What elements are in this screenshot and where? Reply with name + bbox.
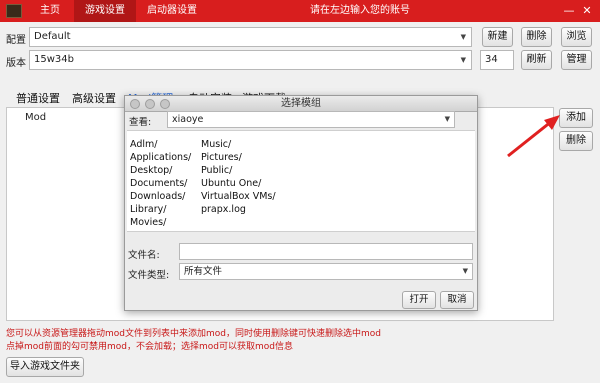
filetype-value: 所有文件 — [184, 266, 223, 277]
tab-basic-settings[interactable]: 普通设置 — [16, 90, 60, 106]
version-value: 15w34b — [34, 54, 74, 65]
cancel-button[interactable]: 取消 — [440, 291, 474, 309]
minimize-button[interactable]: — — [562, 3, 576, 19]
mod-column-header: Mod — [25, 112, 47, 123]
manage-button[interactable]: 管理 — [561, 50, 592, 70]
dialog-title: 选择模组 — [281, 98, 321, 109]
file-item[interactable]: Ubuntu One/ — [201, 178, 261, 189]
version-number-field[interactable]: 34 — [480, 50, 514, 70]
tab-home[interactable]: 主页 — [26, 0, 74, 22]
browse-button[interactable]: 浏览 — [561, 27, 592, 47]
config-value: Default — [34, 31, 71, 42]
chevron-down-icon: ▼ — [460, 33, 466, 41]
chevron-down-icon: ▼ — [460, 56, 466, 64]
filetype-select[interactable]: 所有文件 ▼ — [179, 263, 473, 280]
dialog-title-bar: 选择模组 — [125, 96, 477, 112]
delete-config-button[interactable]: 删除 — [521, 27, 552, 47]
file-item[interactable]: Documents/ — [130, 178, 187, 189]
app-logo-icon — [6, 4, 22, 18]
chevron-down-icon: ▼ — [462, 267, 468, 275]
look-in-select[interactable]: xiaoye ▼ — [167, 111, 455, 128]
config-select[interactable]: Default ▼ — [29, 27, 472, 47]
add-mod-button[interactable]: 添加 — [559, 108, 593, 128]
file-item[interactable]: Public/ — [201, 165, 232, 176]
import-game-folder-button[interactable]: 导入游戏文件夹 — [6, 357, 84, 377]
annotation-arrow — [507, 115, 560, 158]
hint-text-line-2: 点掉mod前面的勾可禁用mod，不会加载；选择mod可以获取mod信息 — [6, 342, 293, 352]
file-list[interactable]: Adlm/ Applications/ Desktop/ Documents/ … — [127, 130, 475, 232]
tab-launcher-settings[interactable]: 启动器设置 — [136, 0, 208, 22]
new-config-button[interactable]: 新建 — [482, 27, 513, 47]
account-prompt: 请在左边输入您的账号 — [310, 5, 410, 16]
chevron-down-icon: ▼ — [444, 115, 450, 123]
file-item[interactable]: Library/ — [130, 204, 166, 215]
file-chooser-dialog: 选择模组 查看: xiaoye ▼ Adlm/ Applications/ De… — [124, 95, 478, 311]
title-bar: 主页 游戏设置 启动器设置 请在左边输入您的账号 — ✕ — [0, 0, 600, 22]
tab-advanced-settings[interactable]: 高级设置 — [72, 90, 116, 106]
file-item[interactable]: Pictures/ — [201, 152, 242, 163]
tab-game-settings[interactable]: 游戏设置 — [74, 0, 136, 22]
version-select[interactable]: 15w34b ▼ — [29, 50, 472, 70]
filetype-label: 文件类型: — [128, 270, 170, 281]
config-label: 配置 — [6, 35, 26, 46]
remove-mod-button[interactable]: 删除 — [559, 131, 593, 151]
file-item[interactable]: VirtualBox VMs/ — [201, 191, 276, 202]
file-item[interactable]: Applications/ — [130, 152, 191, 163]
hint-text-line-1: 您可以从资源管理器拖动mod文件到列表中来添加mod，同时使用删除键可快速删除选… — [6, 329, 381, 339]
file-item[interactable]: Desktop/ — [130, 165, 172, 176]
file-item[interactable]: Music/ — [201, 139, 231, 150]
look-in-label: 查看: — [129, 117, 152, 128]
file-item[interactable]: prapx.log — [201, 204, 246, 215]
filename-input[interactable] — [179, 243, 473, 260]
look-in-value: xiaoye — [172, 114, 204, 125]
open-button[interactable]: 打开 — [402, 291, 436, 309]
version-label: 版本 — [6, 58, 26, 69]
refresh-button[interactable]: 刷新 — [521, 50, 552, 70]
filename-label: 文件名: — [128, 250, 160, 261]
file-item[interactable]: Movies/ — [130, 217, 166, 228]
close-button[interactable]: ✕ — [580, 3, 594, 19]
file-item[interactable]: Downloads/ — [130, 191, 185, 202]
file-item[interactable]: Adlm/ — [130, 139, 157, 150]
